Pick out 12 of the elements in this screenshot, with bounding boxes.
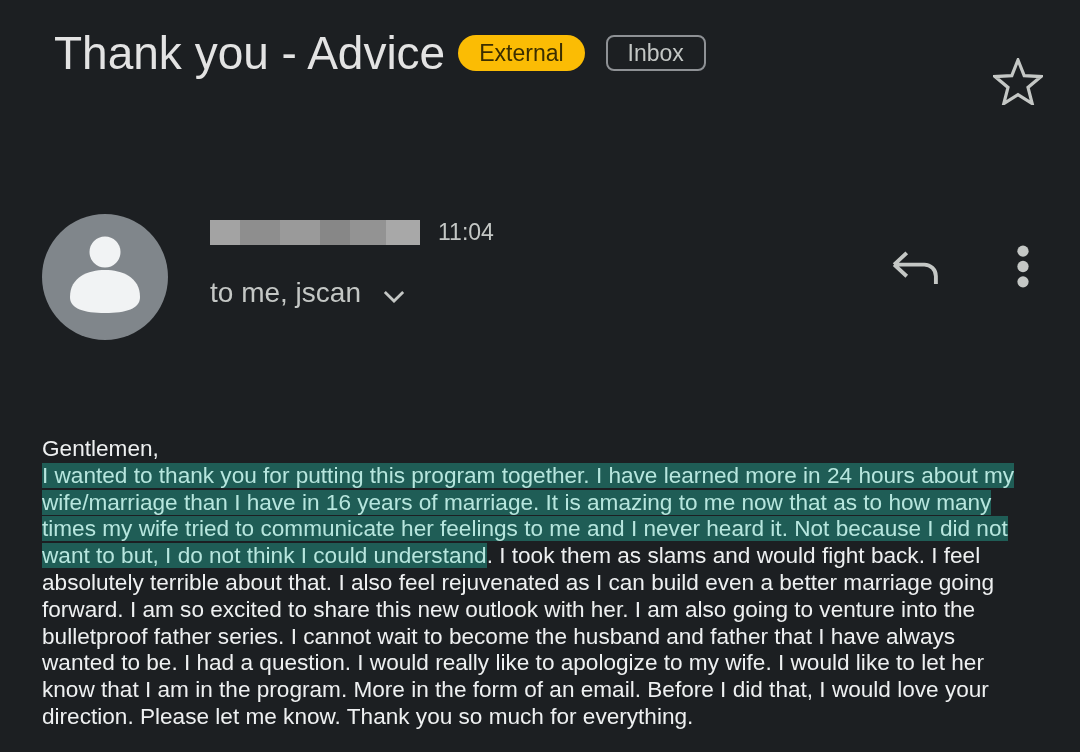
greeting-text: Gentlemen, (42, 436, 160, 463)
inbox-label[interactable]: Inbox (605, 35, 706, 71)
star-icon[interactable] (993, 58, 1043, 105)
email-subject: Thank you - Advice (54, 26, 446, 80)
avatar-icon[interactable] (42, 214, 168, 340)
message-paragraph: I wanted to thank you for putting this program together. I have learned more in 24 hours about my wife/marriage than I have in 16 years of marriage. It is amazing to me now that as to how many times my wife tried to communicate her feelings to me and I never heard it. Not because I did not want to but, I do not think I could understand. I took them as slams and would fight back. I feel absolutely terrible about that. I also feel rejuvenated as I can build even a better marriage going forward. I am so excited to share this new outlook with her. I am also going to venture into the bulletproof father series. I cannot wait to become the husband and father that I have always wanted to be. I had a question. I would really like to apologize to my wife. I would like to let her know that I am in the program. More in the form of an email. Before I did that, I would love your direction. Please let me know. Thank you so much for everything. (42, 462, 1016, 731)
time-text: 11:04 (438, 219, 494, 246)
chevron-down-icon (382, 289, 405, 303)
reply-icon[interactable] (891, 250, 940, 284)
external-label: External (458, 35, 585, 71)
more-options-icon[interactable] (1016, 245, 1030, 288)
recipients-button[interactable]: to me, jscan (210, 277, 494, 309)
